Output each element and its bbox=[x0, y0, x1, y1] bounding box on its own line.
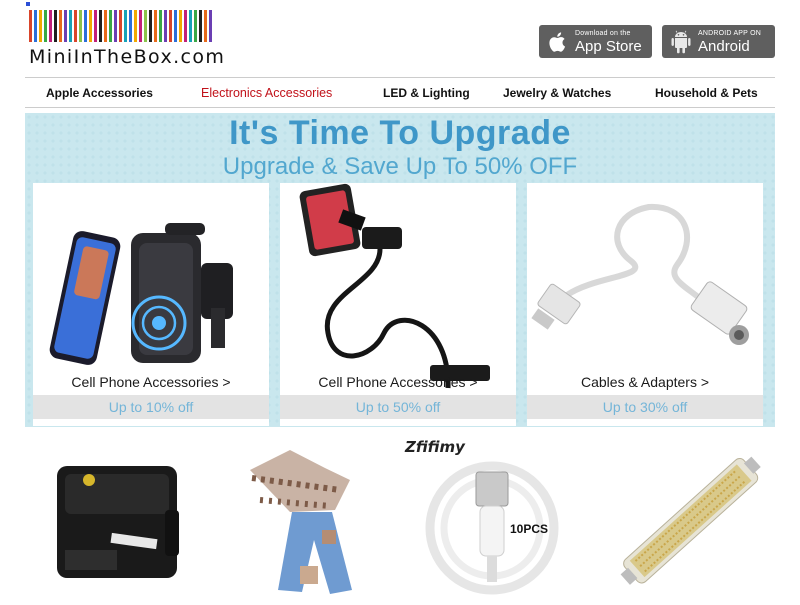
product-tile-usb-cable[interactable]: 10PCS bbox=[410, 440, 590, 600]
logo-barcode bbox=[29, 10, 219, 42]
logo-bar bbox=[99, 10, 102, 42]
logo-bar bbox=[154, 10, 157, 42]
apple-icon bbox=[549, 31, 566, 52]
promo-card-cable-adapter[interactable]: Cables & Adapters > Up to 30% off bbox=[527, 183, 763, 426]
kids-outfit-image bbox=[250, 450, 352, 594]
black-box-device-image bbox=[57, 466, 179, 578]
product-tile-box-device[interactable] bbox=[35, 440, 215, 600]
led-bulb-image bbox=[620, 456, 761, 585]
logo-bar bbox=[94, 10, 97, 42]
nav-item-household-pets[interactable]: Household & Pets bbox=[655, 86, 758, 100]
logo-bar bbox=[119, 10, 122, 42]
logo-bar bbox=[64, 10, 67, 42]
app-store-button[interactable]: Download on the App Store bbox=[539, 25, 652, 58]
android-big-text: Android bbox=[698, 37, 750, 55]
logo-bar bbox=[84, 10, 87, 42]
card-deal: Up to 50% off bbox=[280, 395, 516, 419]
promo-banner: It's Time To Upgrade Upgrade & Save Up T… bbox=[25, 113, 775, 427]
logo-bar bbox=[134, 10, 137, 42]
category-nav: Apple Accessories Electronics Accessorie… bbox=[25, 77, 775, 108]
logo-bar bbox=[44, 10, 47, 42]
logo-bar bbox=[194, 10, 197, 42]
logo-bar bbox=[79, 10, 82, 42]
site-logo[interactable]: MiniInTheBox.com bbox=[29, 10, 226, 70]
corner-marker bbox=[26, 2, 30, 6]
logo-bar bbox=[59, 10, 62, 42]
logo-bar bbox=[114, 10, 117, 42]
product-tile-led-bulb[interactable] bbox=[600, 440, 780, 600]
banner-title: It's Time To Upgrade bbox=[229, 114, 571, 152]
logo-bar bbox=[144, 10, 147, 42]
logo-bar bbox=[204, 10, 207, 42]
logo-bar bbox=[169, 10, 172, 42]
audio-adapter-cable-image bbox=[531, 203, 749, 345]
card-deal: Up to 30% off bbox=[527, 395, 763, 419]
logo-bar bbox=[189, 10, 192, 42]
logo-bar bbox=[124, 10, 127, 42]
card-label: Cell Phone Accessories > bbox=[318, 374, 478, 390]
logo-bar bbox=[39, 10, 42, 42]
logo-bar bbox=[49, 10, 52, 42]
logo-bar bbox=[69, 10, 72, 42]
logo-bar bbox=[164, 10, 167, 42]
app-store-big-text: App Store bbox=[575, 37, 642, 55]
logo-bar bbox=[174, 10, 177, 42]
logo-bar bbox=[29, 10, 32, 42]
usb-cable-image bbox=[425, 461, 559, 595]
logo-bar bbox=[54, 10, 57, 42]
logo-bar bbox=[74, 10, 77, 42]
logo-bar bbox=[149, 10, 152, 42]
android-small-text: ANDROID APP ON bbox=[698, 29, 761, 37]
logo-bar bbox=[199, 10, 202, 42]
logo-bar bbox=[109, 10, 112, 42]
logo-bar bbox=[34, 10, 37, 42]
logo-bar bbox=[104, 10, 107, 42]
app-store-small-text: Download on the bbox=[575, 29, 631, 37]
wireless-car-charger-image bbox=[49, 223, 233, 365]
card-label: Cables & Adapters > bbox=[580, 374, 710, 390]
logo-bar bbox=[184, 10, 187, 42]
banner-subtitle: Upgrade & Save Up To 50% OFF bbox=[222, 153, 578, 180]
promo-card-phone-holder[interactable]: Cell Phone Accessories > Up to 50% off bbox=[280, 183, 516, 426]
nav-item-jewelry-watches[interactable]: Jewelry & Watches bbox=[503, 86, 611, 100]
logo-bar bbox=[139, 10, 142, 42]
product-tile-kids-outfit[interactable] bbox=[230, 440, 410, 600]
logo-bar bbox=[179, 10, 182, 42]
card-label: Cell Phone Accessories > bbox=[71, 374, 231, 390]
logo-bar bbox=[209, 10, 212, 42]
card-deal: Up to 10% off bbox=[33, 395, 269, 419]
gooseneck-phone-holder-image bbox=[299, 183, 490, 389]
logo-bar bbox=[159, 10, 162, 42]
android-icon bbox=[671, 30, 691, 53]
promo-card-car-charger[interactable]: Cell Phone Accessories > Up to 10% off bbox=[33, 183, 269, 426]
nav-item-led-lighting[interactable]: LED & Lighting bbox=[383, 86, 470, 100]
logo-text: MiniInTheBox.com bbox=[29, 46, 226, 68]
product-badge: 10PCS bbox=[510, 522, 549, 536]
nav-item-electronics-accessories[interactable]: Electronics Accessories bbox=[201, 86, 332, 100]
nav-item-apple-accessories[interactable]: Apple Accessories bbox=[46, 86, 153, 100]
logo-bar bbox=[89, 10, 92, 42]
android-button[interactable]: ANDROID APP ON Android bbox=[662, 25, 775, 58]
logo-bar bbox=[129, 10, 132, 42]
